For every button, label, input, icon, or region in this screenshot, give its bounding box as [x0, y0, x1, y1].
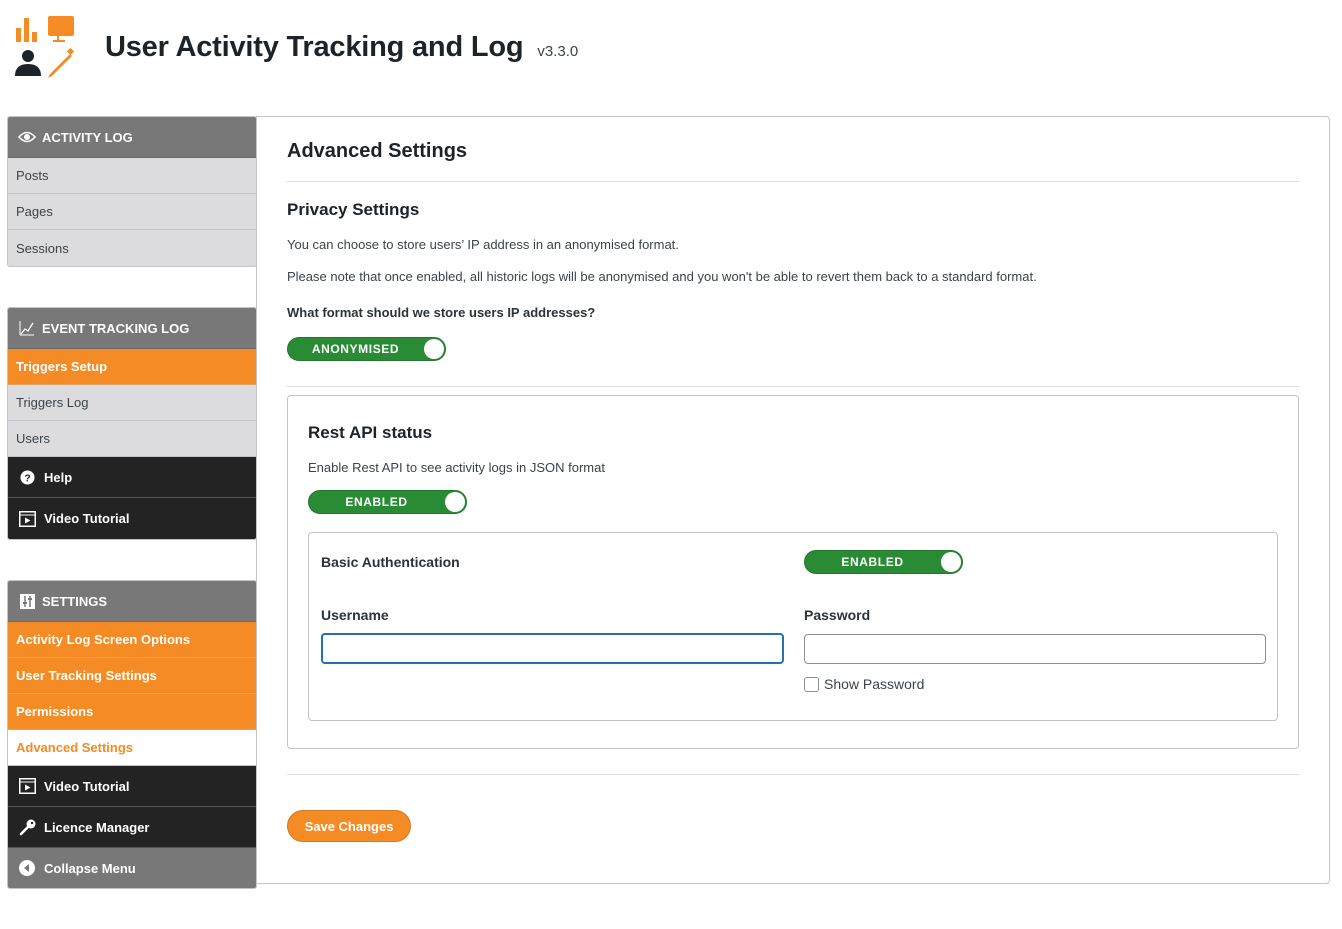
sidebar-item-posts[interactable]: Posts [8, 158, 256, 194]
video-icon [18, 510, 36, 528]
sidebar-item-licence-manager[interactable]: Licence Manager [8, 807, 256, 848]
sidebar-group-event-tracking: EVENT TRACKING LOG Triggers Setup Trigge… [7, 307, 257, 540]
divider [287, 181, 1299, 182]
sidebar-item-label: Video Tutorial [44, 778, 130, 794]
sidebar-header-event-tracking: EVENT TRACKING LOG [8, 308, 256, 349]
sidebar-header-label: ACTIVITY LOG [42, 129, 133, 145]
sidebar-header-settings: SETTINGS [8, 581, 256, 622]
sidebar-item-label: Help [44, 469, 73, 485]
save-changes-label: Save Changes [304, 818, 394, 834]
divider [287, 386, 1299, 387]
sidebar-item-video-tutorial[interactable]: Video Tutorial [8, 498, 256, 539]
sidebar-item-label: Collapse Menu [44, 860, 136, 876]
sidebar-header-activity-log: ACTIVITY LOG [8, 117, 256, 158]
chart-line-icon [18, 320, 36, 336]
ip-format-question: What format should we store users IP add… [287, 305, 596, 320]
video-icon [18, 777, 36, 795]
sidebar-item-sessions[interactable]: Sessions [8, 230, 256, 266]
sidebar-item-label: Activity Log Screen Options [16, 632, 191, 647]
eye-icon [18, 129, 36, 145]
rest-api-heading: Rest API status [308, 423, 433, 442]
app-title: User Activity Tracking and Log [105, 30, 524, 63]
settings-panel: Advanced Settings Privacy Settings You c… [256, 116, 1330, 884]
sidebar-item-help[interactable]: ? Help [8, 457, 256, 498]
sidebar-item-label: Users [16, 431, 50, 446]
sidebar-item-label: User Tracking Settings [16, 668, 157, 683]
toggle-label: ENABLED [345, 495, 408, 509]
svg-text:?: ? [24, 473, 30, 484]
privacy-warning: Please note that once enabled, all histo… [287, 269, 1037, 284]
basic-auth-toggle[interactable]: ENABLED [804, 550, 963, 574]
help-icon: ? [18, 468, 36, 486]
page-title: Advanced Settings [287, 140, 468, 162]
sidebar-item-label: Licence Manager [44, 819, 150, 835]
show-password-checkbox[interactable]: Show Password [804, 676, 924, 692]
sidebar-header-label: SETTINGS [42, 593, 108, 609]
toggle-knob [424, 339, 444, 359]
sidebar-item-video-tutorial-settings[interactable]: Video Tutorial [8, 766, 256, 807]
privacy-settings-heading: Privacy Settings [287, 200, 420, 219]
sidebar-item-label: Video Tutorial [44, 511, 130, 526]
basic-auth-label: Basic Authentication [321, 554, 460, 570]
rest-api-card: Rest API status Enable Rest API to see a… [287, 395, 1299, 749]
toggle-label: ENABLED [841, 555, 904, 569]
sidebar-item-label: Advanced Settings [16, 740, 134, 755]
sidebar-item-permissions[interactable]: Permissions [8, 694, 256, 730]
checkbox-box[interactable] [804, 676, 819, 692]
username-input[interactable] [321, 633, 784, 664]
sidebar-item-pages[interactable]: Pages [8, 194, 256, 230]
username-label: Username [321, 607, 389, 623]
toggle-knob [941, 552, 961, 572]
sidebar-item-advanced-settings[interactable]: Advanced Settings [8, 730, 256, 766]
sidebar-item-users[interactable]: Users [8, 421, 256, 457]
sidebar-item-user-tracking-settings[interactable]: User Tracking Settings [8, 658, 256, 694]
password-input[interactable] [804, 634, 1266, 664]
rest-api-toggle[interactable]: ENABLED [308, 490, 467, 514]
toggle-label: ANONYMISED [311, 342, 400, 356]
sidebar-item-label: Triggers Setup [16, 359, 108, 374]
ip-format-toggle[interactable]: ANONYMISED [287, 337, 446, 361]
sidebar-group-activity-log: ACTIVITY LOG Posts Pages Sessions [7, 116, 257, 267]
page-header: User Activity Tracking and Log v3.3.0 [14, 16, 578, 78]
collapse-icon [18, 859, 36, 877]
sidebar-item-triggers-setup[interactable]: Triggers Setup [8, 349, 256, 385]
app-version: v3.3.0 [537, 42, 579, 60]
sidebar-item-label: Triggers Log [16, 395, 89, 410]
sidebar-item-label: Sessions [16, 240, 69, 256]
sidebar-collapse-menu[interactable]: Collapse Menu [8, 848, 256, 888]
activity-tracking-logo-icon [15, 16, 75, 78]
toggle-knob [445, 492, 465, 512]
show-password-label: Show Password [824, 676, 925, 692]
sidebar-item-label: Posts [16, 168, 49, 183]
divider [287, 774, 1299, 775]
sidebar-nav: ACTIVITY LOG Posts Pages Sessions EVENT … [7, 116, 257, 929]
sliders-icon [18, 593, 36, 609]
sidebar-item-activity-log-screen-options[interactable]: Activity Log Screen Options [8, 622, 256, 658]
basic-auth-card: Basic Authentication ENABLED Username Pa… [308, 532, 1278, 721]
sidebar-item-triggers-log[interactable]: Triggers Log [8, 385, 256, 421]
sidebar-item-label: Permissions [16, 704, 94, 719]
key-icon [18, 818, 36, 836]
sidebar-header-label: EVENT TRACKING LOG [42, 320, 190, 336]
rest-api-description: Enable Rest API to see activity logs in … [308, 460, 605, 475]
sidebar-item-label: Pages [16, 204, 53, 219]
password-label: Password [804, 607, 871, 623]
sidebar-group-settings: SETTINGS Activity Log Screen Options Use… [7, 580, 257, 889]
save-changes-button[interactable]: Save Changes [287, 810, 411, 842]
privacy-description: You can choose to store users’ IP addres… [287, 237, 679, 252]
